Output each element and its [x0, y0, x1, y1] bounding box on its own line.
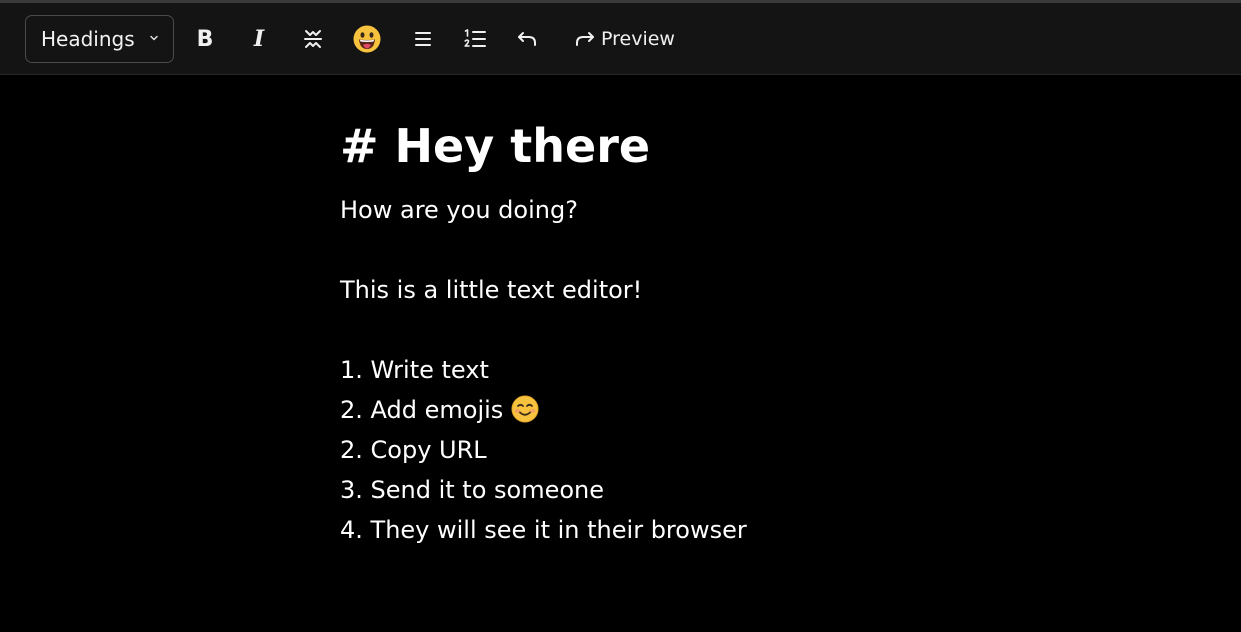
paragraph: How are you doing? — [340, 196, 578, 224]
numbered-list-button[interactable] — [456, 19, 494, 59]
headings-dropdown[interactable]: Headings — [25, 15, 174, 63]
emoji-button[interactable] — [348, 19, 386, 59]
paragraph: This is a little text editor! — [340, 276, 643, 304]
chevron-down-icon — [150, 35, 158, 41]
undo-button[interactable] — [508, 19, 546, 59]
toolbar: Headings B I Preview — [0, 3, 1241, 75]
numbered-list-icon — [464, 29, 486, 47]
redo-icon — [576, 32, 594, 46]
strikethrough-button[interactable] — [294, 19, 332, 59]
bullet-list-button[interactable] — [404, 19, 442, 59]
list-item: 3. Send it to someone — [340, 476, 605, 504]
undo-icon — [518, 32, 536, 46]
list-item: 2. Add emojis — [340, 390, 1040, 430]
markdown-heading: # Hey there — [340, 119, 651, 173]
bullet-list-icon — [415, 32, 431, 46]
preview-button[interactable]: Preview — [601, 19, 675, 59]
strikethrough-icon — [304, 30, 322, 48]
grinning-face-icon — [353, 25, 381, 53]
smiling-face-icon — [511, 395, 539, 423]
list-item: 2. Copy URL — [340, 436, 487, 464]
list-item: 1. Write text — [340, 356, 489, 384]
editor-content[interactable]: # Hey there How are you doing? This is a… — [340, 110, 1040, 550]
redo-button[interactable] — [570, 19, 600, 59]
list-item: 4. They will see it in their browser — [340, 516, 747, 544]
italic-button[interactable]: I — [240, 19, 278, 59]
bold-button[interactable]: B — [186, 19, 224, 59]
headings-dropdown-label: Headings — [41, 27, 135, 51]
list-item-text: 2. Add emojis — [340, 396, 504, 424]
